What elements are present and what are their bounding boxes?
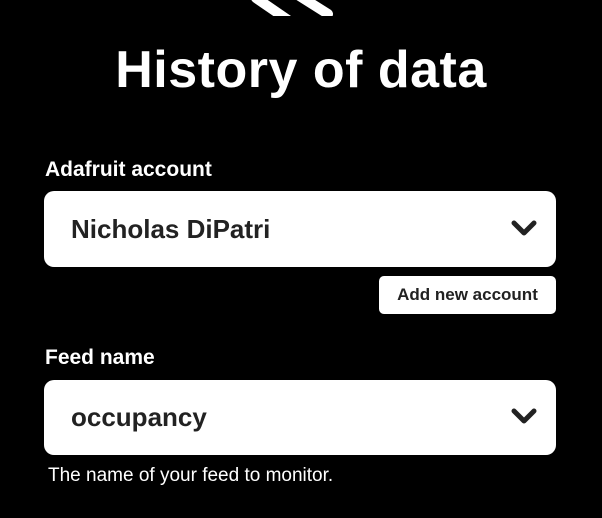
applet-config-page: History of data Adafruit account Nichola…	[0, 0, 602, 518]
feed-field-label: Feed name	[45, 346, 155, 369]
feed-select[interactable]: occupancy	[44, 380, 556, 455]
account-select-value: Nicholas DiPatri	[71, 214, 271, 244]
page-title: History of data	[115, 41, 487, 99]
feed-helper-text: The name of your feed to monitor.	[48, 465, 334, 486]
chevron-down-icon	[511, 220, 537, 236]
account-field-label: Adafruit account	[45, 158, 212, 181]
feed-select-value: occupancy	[71, 402, 207, 432]
service-logo-icon	[251, 0, 333, 16]
account-select[interactable]: Nicholas DiPatri	[44, 191, 556, 267]
chevron-down-icon	[511, 408, 537, 424]
add-new-account-button[interactable]: Add new account	[379, 276, 556, 314]
